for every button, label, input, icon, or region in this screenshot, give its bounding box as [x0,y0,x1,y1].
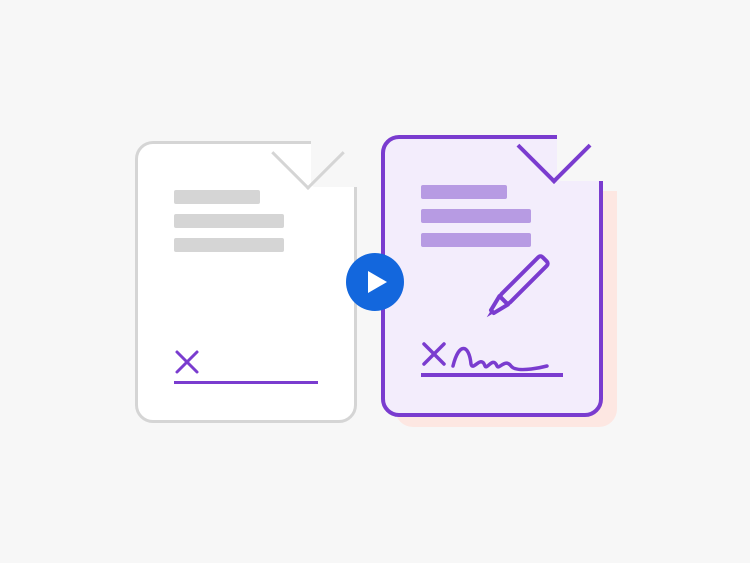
text-lines-icon [174,190,284,262]
signing-illustration [0,0,750,563]
play-button[interactable] [346,253,404,311]
signature-scribble-icon [451,346,541,370]
document-pair [135,135,615,429]
document-signed-icon [381,135,603,417]
dog-ear-icon [557,135,603,181]
dog-ear-icon [311,141,357,187]
signature-line-icon [421,333,563,377]
signature-x-icon [421,341,447,367]
pen-icon [467,241,563,337]
signature-line-icon [174,340,318,384]
document-signed-group [381,135,615,429]
document-unsigned-icon [135,141,357,423]
play-icon [366,270,388,294]
signature-x-icon [174,349,200,375]
